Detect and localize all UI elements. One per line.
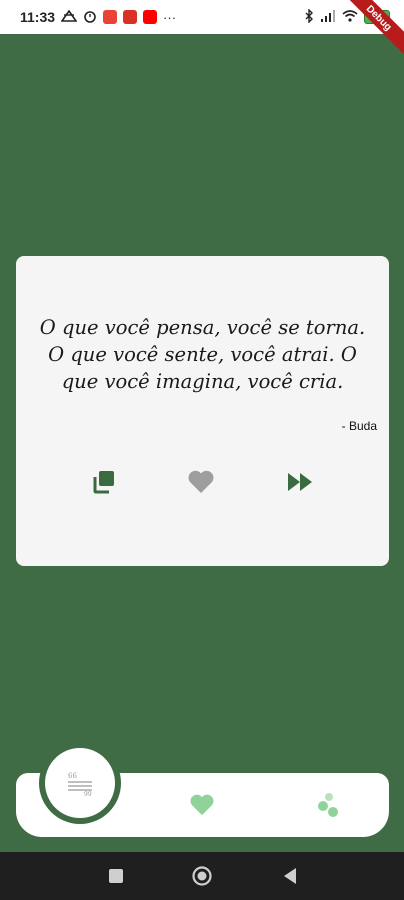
quotes-icon: 66 99 [68,772,92,796]
quote-card: O que você pensa, você se torna. O que v… [16,256,389,566]
more-notifications-icon: ··· [163,9,177,25]
quote-author: - Buda [341,419,377,433]
recents-button[interactable] [108,868,124,889]
quote-text: O que você pensa, você se torna. O que v… [39,316,366,393]
svg-text:66: 66 [68,772,77,780]
youtube-icon [143,10,158,24]
home-icon [192,866,212,886]
recents-icon [109,869,123,883]
gmail-icon [103,10,118,24]
heart-icon [188,470,214,493]
quote-actions [16,466,389,498]
status-time: 11:33 [20,9,56,25]
favorite-button[interactable] [185,466,217,498]
copy-button[interactable] [87,466,119,498]
back-button[interactable] [282,867,298,890]
svg-text:99: 99 [84,791,92,796]
back-icon [284,868,296,884]
nav-item-bubbles[interactable] [313,790,343,820]
favorites-heart-icon [190,794,214,816]
system-nav-bar [0,852,404,900]
signal-icon [320,9,336,25]
fast-forward-icon [288,473,312,491]
nav-item-quotes[interactable]: 66 99 [45,748,115,818]
bluetooth-icon [304,7,314,26]
home-button[interactable] [191,865,213,892]
gmail-icon [123,10,138,24]
alarm-icon [83,9,97,26]
wifi-icon [342,9,358,25]
network-icon [60,9,78,26]
bubbles-icon [318,793,338,817]
status-bar: 11:33 ··· 100 Debug [0,0,404,63]
nav-item-favorites[interactable] [187,790,217,820]
next-quote-button[interactable] [284,466,316,498]
copy-icon [93,471,114,494]
status-left: 11:33 ··· [20,9,176,26]
